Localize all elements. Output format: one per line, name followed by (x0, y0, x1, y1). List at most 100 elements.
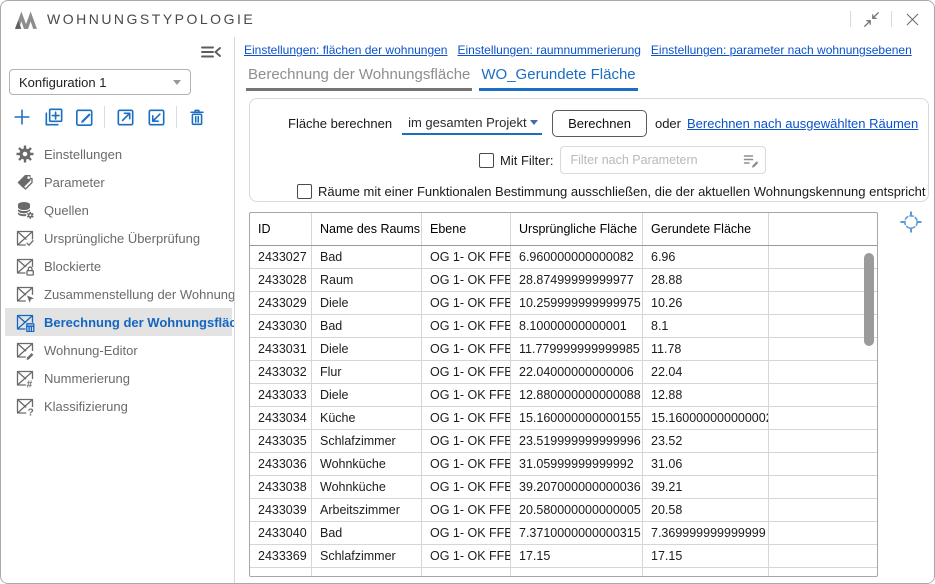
rooms-table: ID Name des Raums Ebene Ursprüngliche Fl… (249, 212, 878, 577)
column-header-name-des-raums[interactable]: Name des Raums (312, 213, 422, 245)
collapse-window-icon[interactable] (859, 7, 883, 31)
filter-edit-icon[interactable] (743, 152, 760, 169)
table-cell: 2433031 (250, 338, 312, 360)
table-row[interactable]: 2433033DieleOG 1- OK FFB12.8800000000000… (250, 384, 877, 407)
export-icon[interactable] (112, 104, 138, 130)
room-cursor-icon (15, 284, 35, 304)
table-row[interactable]: 2433039ArbeitszimmerOG 1- OK FFB20.58000… (250, 499, 877, 522)
table-row[interactable]: 2433034KücheOG 1- OK FFB15.1600000000001… (250, 407, 877, 430)
table-cell: OG 1- OK FFB (422, 407, 511, 429)
app-logo-icon (13, 8, 39, 30)
edit-icon[interactable] (71, 104, 97, 130)
column-header-gerundete-flaeche[interactable]: Gerundete Fläche (643, 213, 769, 245)
room-pencil-icon (15, 340, 35, 360)
table-row[interactable]: 2433032FlurOG 1- OK FFB22.04000000000006… (250, 361, 877, 384)
table-cell (769, 338, 877, 360)
column-header-id[interactable]: ID (250, 213, 312, 245)
sidebar-item-label: Zusammenstellung der Wohnungen (44, 287, 250, 302)
titlebar-separator (891, 11, 892, 27)
close-icon[interactable] (900, 7, 924, 31)
table-cell: Bad (312, 246, 422, 268)
table-cell: OG 1- OK FFB (422, 430, 511, 452)
table-row[interactable]: 2433028RaumOG 1- OK FFB28.87499999999977… (250, 269, 877, 292)
sidebar-item-blockierte[interactable]: Blockierte (5, 252, 232, 280)
collapse-sidebar-icon[interactable] (200, 43, 224, 63)
table-cell: 2433032 (250, 361, 312, 383)
room-check-icon (15, 228, 35, 248)
table-cell: 2433029 (250, 292, 312, 314)
gear-icon (15, 144, 35, 164)
sidebar-item-label: Einstellungen (44, 147, 122, 162)
sidebar: Konfiguration 1 (1, 37, 234, 583)
table-cell: 7.3710000000000315 (511, 522, 643, 544)
table-cell: OG 1- OK FFB (422, 522, 511, 544)
table-cell: 2433039 (250, 499, 312, 521)
table-row[interactable]: 2433036WohnkücheOG 1- OK FFB31.059999999… (250, 453, 877, 476)
table-cell: Flur (312, 361, 422, 383)
sidebar-item-wohnung-editor[interactable]: Wohnung-Editor (5, 336, 232, 364)
table-cell: Küche (312, 407, 422, 429)
berechnen-button[interactable]: Berechnen (552, 110, 647, 137)
sidebar-item-nummerierung[interactable]: # Nummerierung (5, 364, 232, 392)
table-row[interactable]: 2433030BadOG 1- OK FFB8.100000000000018.… (250, 315, 877, 338)
table-cell: Schlafzimmer (312, 430, 422, 452)
tags-icon (15, 172, 35, 192)
link-flaechen-der-wohnungen[interactable]: Einstellungen: flächen der wohnungen (244, 43, 447, 57)
svg-text:?: ? (28, 408, 34, 416)
sidebar-item-einstellungen[interactable]: Einstellungen (5, 140, 232, 168)
chevron-down-icon (530, 120, 538, 125)
table-row[interactable]: 2433038WohnkücheOG 1- OK FFB39.207000000… (250, 476, 877, 499)
table-row[interactable]: 2433035SchlafzimmerOG 1- OK FFB23.519999… (250, 430, 877, 453)
table-row[interactable]: 2433029DieleOG 1- OK FFB10.2599999999999… (250, 292, 877, 315)
table-cell: Diele (312, 292, 422, 314)
table-cell: 12.88 (643, 384, 769, 406)
sidebar-item-urspruengliche-ueberpruefung[interactable]: Ursprüngliche Überprüfung (5, 224, 232, 252)
table-cell: 10.26 (643, 292, 769, 314)
sidebar-item-klassifizierung[interactable]: ? Klassifizierung (5, 392, 232, 420)
berechnen-nach-raeumen-link[interactable]: Berechnen nach ausgewählten Räumen (687, 116, 918, 131)
table-cell: 15.160000000000002 (643, 407, 769, 429)
table-cell: Schlafzimmer (312, 545, 422, 567)
delete-icon[interactable] (184, 104, 210, 130)
table-cell: Diele (312, 338, 422, 360)
table-row[interactable]: 2433369SchlafzimmerOG 1- OK FFB17.1517.1… (250, 545, 877, 568)
sidebar-item-berechnung-der-wohnungsflaeche[interactable]: Berechnung der Wohnungsfläche (5, 308, 232, 336)
locate-target-icon[interactable] (899, 210, 923, 234)
table-cell: 12.880000000000088 (511, 384, 643, 406)
exclude-rooms-checkbox[interactable] (297, 184, 312, 199)
scope-select[interactable]: im gesamten Projekt (402, 113, 542, 135)
table-cell: 2433036 (250, 453, 312, 475)
table-cell: 2433035 (250, 430, 312, 452)
sidebar-item-zusammenstellung[interactable]: Zusammenstellung der Wohnungen (5, 280, 232, 308)
tab-berechnung-der-wohnungsflaeche[interactable]: Berechnung der Wohnungsfläche (246, 66, 472, 91)
table-row[interactable] (250, 568, 877, 577)
table-row[interactable]: 2433027BadOG 1- OK FFB6.9600000000000826… (250, 246, 877, 269)
sidebar-item-quellen[interactable]: Quellen (5, 196, 232, 224)
table-cell (769, 361, 877, 383)
column-header-ebene[interactable]: Ebene (422, 213, 511, 245)
column-header-urspruengliche-flaeche[interactable]: Ursprüngliche Fläche (511, 213, 643, 245)
tab-wo-gerundete-flaeche[interactable]: WO_Gerundete Fläche (479, 66, 637, 91)
table-cell (312, 568, 422, 577)
table-row[interactable]: 2433031DieleOG 1- OK FFB11.7799999999999… (250, 338, 877, 361)
configuration-value: Konfiguration 1 (19, 75, 106, 90)
mit-filter-checkbox[interactable] (479, 153, 494, 168)
calc-label: Fläche berechnen (288, 116, 392, 131)
table-cell: 28.87499999999977 (511, 269, 643, 291)
configuration-select[interactable]: Konfiguration 1 (9, 69, 191, 95)
add-icon[interactable] (9, 104, 35, 130)
table-scrollbar-thumb[interactable] (864, 253, 874, 346)
sidebar-item-parameter[interactable]: Parameter (5, 168, 232, 196)
duplicate-icon[interactable] (40, 104, 66, 130)
table-cell (769, 476, 877, 498)
mit-filter-label: Mit Filter: (500, 153, 553, 168)
table-header: ID Name des Raums Ebene Ursprüngliche Fl… (250, 213, 877, 246)
link-parameter-nach-wohnungsebenen[interactable]: Einstellungen: parameter nach wohnungseb… (651, 43, 912, 57)
table-cell: 6.96 (643, 246, 769, 268)
link-raumnummerierung[interactable]: Einstellungen: raumnummerierung (457, 43, 640, 57)
app-window: WOHNUNGSTYPOLOGIE (0, 0, 935, 584)
filter-input[interactable] (560, 146, 766, 174)
import-icon[interactable] (143, 104, 169, 130)
table-row[interactable]: 2433040BadOG 1- OK FFB7.3710000000000315… (250, 522, 877, 545)
table-cell: 11.779999999999985 (511, 338, 643, 360)
